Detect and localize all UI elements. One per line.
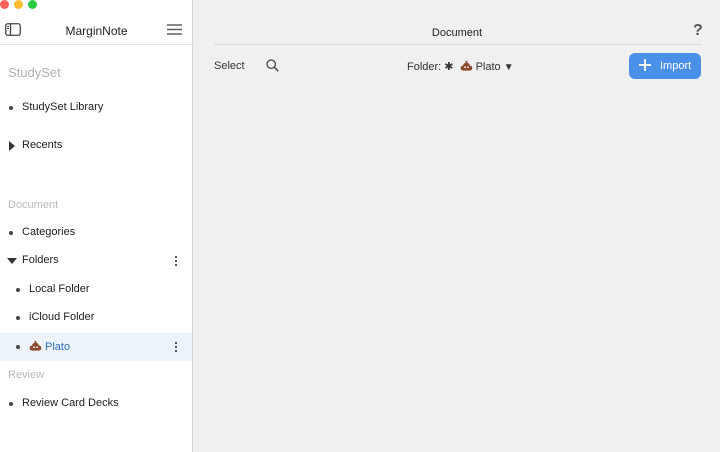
folder-selector[interactable]: Folder: ✱ Plato ▼ [407, 60, 514, 73]
divider [214, 44, 702, 45]
sidebar-item-review-card-decks[interactable]: Review Card Decks [0, 390, 192, 418]
section-label-document: Document [8, 199, 59, 211]
sidebar-item-studyset-library[interactable]: StudySet Library [0, 94, 192, 122]
more-options-icon[interactable] [174, 255, 178, 267]
sidebar-item-label: Plato [45, 341, 71, 353]
minimize-window-button[interactable] [14, 0, 23, 9]
sidebar-item-local-folder[interactable]: Local Folder [0, 276, 192, 304]
bullet-icon [9, 402, 13, 406]
disclosure-triangle-right-icon[interactable] [9, 141, 15, 151]
plus-icon [639, 59, 651, 71]
sidebar-item-label: StudySet Library [22, 101, 104, 113]
bullet-icon [16, 345, 20, 349]
hamburger-menu-icon[interactable] [167, 24, 182, 35]
bullet-icon [9, 231, 13, 235]
app-title: MarginNote [65, 24, 128, 38]
sidebar-item-label: Local Folder [29, 283, 90, 295]
sidebar-item-icloud-folder[interactable]: iCloud Folder [0, 304, 192, 332]
folder-prefix: Folder: ✱ [407, 61, 454, 73]
zoom-window-button[interactable] [28, 0, 37, 9]
bullet-icon [9, 106, 13, 110]
select-button[interactable]: Select [214, 60, 245, 72]
folder-name: Plato [475, 61, 501, 73]
section-label-review: Review [8, 369, 45, 381]
sidebar-item-label: Categories [22, 226, 76, 238]
bullet-icon [16, 288, 20, 292]
sidebar-item-label: Folders [22, 254, 59, 266]
sidebar-item-label: Recents [22, 139, 63, 151]
page-title: Document [431, 27, 483, 39]
sidebar-header: MarginNote [0, 16, 193, 45]
chevron-down-icon[interactable]: ▼ [504, 62, 514, 73]
sidebar-item-label: iCloud Folder [29, 311, 95, 323]
document-pane: Document ? Select Folder: ✱ Plato ▼ Impo… [194, 0, 720, 452]
sidebar: MarginNote StudySet StudySet Library Rec… [0, 0, 193, 452]
search-icon[interactable] [266, 59, 279, 72]
sidebar-item-recents[interactable]: Recents [0, 132, 192, 160]
disclosure-triangle-down-icon[interactable] [7, 258, 17, 264]
import-button-label: Import [660, 60, 692, 72]
sidebar-item-label-wrap: Plato [29, 340, 70, 353]
close-window-button[interactable] [0, 0, 9, 9]
sidebar-item-plato[interactable]: Plato [0, 333, 192, 361]
bullet-icon [16, 316, 20, 320]
poop-emoji-icon [460, 60, 472, 71]
more-options-icon[interactable] [174, 341, 178, 353]
sidebar-item-folders[interactable]: Folders [0, 247, 192, 275]
help-button[interactable]: ? [693, 22, 703, 40]
sidebar-item-categories[interactable]: Categories [0, 219, 192, 247]
poop-emoji-icon [29, 340, 42, 351]
section-label-studyset: StudySet [8, 65, 61, 80]
sidebar-item-label: Review Card Decks [22, 397, 119, 409]
import-button[interactable]: Import [629, 53, 701, 79]
